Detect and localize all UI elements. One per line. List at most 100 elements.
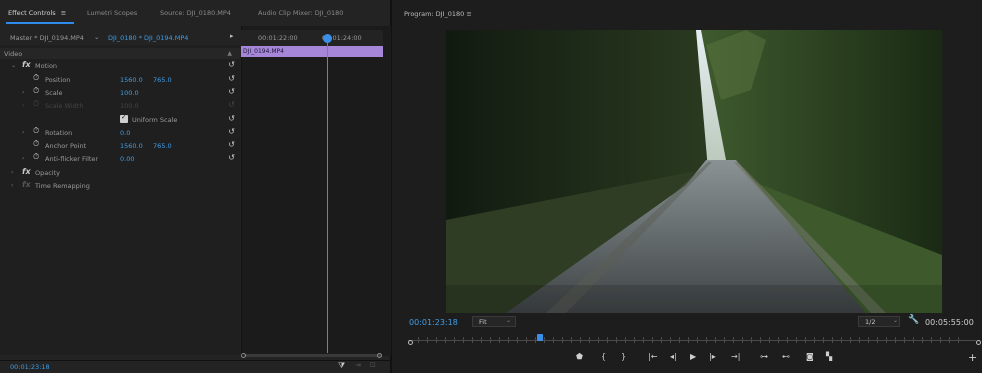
reset-icon[interactable]: ↺ <box>228 87 235 96</box>
panel-tab-bar: Effect Controls ≡ Lumetri Scopes Source:… <box>0 0 390 26</box>
uniform-scale-row: ✓ Uniform Scale ↺ <box>0 113 240 125</box>
anchor-x-value[interactable]: 1560.0 <box>120 142 143 150</box>
filter-icon[interactable]: ⧩ <box>338 361 345 371</box>
marker-icon[interactable]: ⊡ <box>370 361 376 369</box>
panel-menu-icon[interactable]: ≡ <box>466 10 471 18</box>
ruler-ticks <box>418 337 966 343</box>
expand-chevron-icon[interactable]: ⌄ <box>11 62 16 69</box>
program-current-timecode[interactable]: 00:01:23:18 <box>409 318 458 327</box>
time-remapping-row[interactable]: › fx Time Remapping <box>0 180 240 191</box>
play-only-clip-icon[interactable]: ▸ <box>230 32 234 40</box>
stopwatch-icon[interactable]: ⏱ <box>33 73 39 83</box>
forest-road-frame <box>446 30 942 313</box>
sequence-clip-label[interactable]: DJI_0180 * DJI_0194.MP4 <box>108 34 188 42</box>
anchor-y-value[interactable]: 765.0 <box>153 142 172 150</box>
video-section-label: Video <box>4 50 23 58</box>
chevron-down-icon[interactable]: ⌄ <box>94 33 99 41</box>
zoom-handle-left[interactable] <box>408 340 413 345</box>
anti-flicker-label: Anti-flicker Filter <box>45 155 99 163</box>
motion-label: Motion <box>35 62 58 70</box>
step-forward-icon[interactable]: |▸ <box>709 352 716 361</box>
tab-source[interactable]: Source: DJI_0180.MP4 <box>160 9 231 17</box>
playback-resolution-value: 1/2 <box>865 318 876 326</box>
scale-value[interactable]: 100.0 <box>120 89 139 97</box>
anchor-point-row: ⏱ Anchor Point 1560.0 765.0 ↺ <box>0 139 240 151</box>
button-editor-plus-icon[interactable]: + <box>968 351 977 364</box>
reset-icon[interactable]: ↺ <box>228 114 235 123</box>
opacity-effect-row[interactable]: › fx Opacity <box>0 167 240 178</box>
fx-badge-icon: fx <box>22 180 31 189</box>
export-frame-icon[interactable]: ◙ <box>806 352 814 361</box>
uniform-scale-checkbox[interactable]: ✓ <box>120 113 128 123</box>
go-to-out-icon[interactable]: →| <box>731 352 740 361</box>
master-clip-label[interactable]: Master * DJI_0194.MP4 <box>10 34 84 42</box>
program-video-frame[interactable] <box>446 30 942 313</box>
program-playhead[interactable] <box>537 334 543 341</box>
scale-width-row: › ⏱ Scale Width 100.0 ↺ <box>0 99 240 111</box>
scale-width-value: 100.0 <box>120 102 139 110</box>
position-label: Position <box>45 76 71 84</box>
fx-badge-icon[interactable]: fx <box>22 60 31 69</box>
chevron-down-icon: ⌄ <box>506 317 512 324</box>
reset-icon[interactable]: ↺ <box>228 140 235 149</box>
position-y-value[interactable]: 765.0 <box>153 76 172 84</box>
expand-chevron-icon[interactable]: › <box>22 129 24 136</box>
ec-current-timecode[interactable]: 00:01:23:18 <box>10 363 50 371</box>
anti-flicker-row: › ⏱ Anti-flicker Filter 0.00 ↺ <box>0 152 240 164</box>
zoom-handle-right[interactable] <box>976 340 981 345</box>
tab-lumetri-scopes[interactable]: Lumetri Scopes <box>87 9 137 17</box>
panel-menu-icon[interactable]: ≡ <box>61 9 66 17</box>
reset-icon[interactable]: ↺ <box>228 153 235 162</box>
collapse-up-icon[interactable]: ▲ <box>227 50 232 57</box>
chevron-down-icon: ⌄ <box>893 317 899 324</box>
expand-chevron-icon: › <box>22 102 25 109</box>
ec-zoom-scrollbar[interactable] <box>244 354 382 357</box>
ec-clip-label: DJI_0194.MP4 <box>243 48 284 55</box>
stopwatch-icon[interactable]: ⏱ <box>33 126 39 136</box>
time-remapping-label: Time Remapping <box>35 182 90 190</box>
comparison-view-icon[interactable]: ▚ <box>826 352 832 361</box>
expand-chevron-icon[interactable]: › <box>11 169 13 176</box>
play-icon[interactable]: ▶ <box>690 352 696 361</box>
extract-icon[interactable]: ⊷ <box>782 352 790 361</box>
program-title-label: Program: DJI_0180 <box>404 10 465 18</box>
zoom-level-value: Fit <box>479 318 487 326</box>
ec-playhead-handle[interactable] <box>323 34 332 43</box>
program-monitor-title[interactable]: Program: DJI_0180 ≡ <box>404 10 472 18</box>
fx-badge-icon[interactable]: fx <box>22 167 31 176</box>
go-to-in-icon[interactable]: |← <box>648 352 657 361</box>
stopwatch-icon[interactable]: ⏱ <box>33 139 39 149</box>
reset-icon[interactable]: ↺ <box>228 127 235 136</box>
add-marker-icon[interactable]: ⬟ <box>576 352 583 361</box>
ec-timeline-area[interactable] <box>241 26 391 356</box>
ec-playhead-line[interactable] <box>327 38 328 353</box>
export-frame-icon[interactable]: ⇥ <box>355 361 361 369</box>
sequence-duration: 00:05:55:00 <box>925 318 974 327</box>
step-back-icon[interactable]: ◂| <box>670 352 677 361</box>
active-tab-indicator <box>6 22 74 24</box>
motion-effect-row[interactable]: ⌄ fx Motion ↺ <box>0 60 240 71</box>
position-x-value[interactable]: 1560.0 <box>120 76 143 84</box>
rotation-row: › ⏱ Rotation 0.0 ↺ <box>0 126 240 138</box>
scale-row: › ⏱ Scale 100.0 ↺ <box>0 86 240 98</box>
effect-properties-list: Video ▲ ⌄ fx Motion ↺ ⏱ Position 1560.0 … <box>0 45 240 355</box>
stopwatch-icon[interactable]: ⏱ <box>33 86 39 96</box>
stopwatch-icon[interactable]: ⏱ <box>33 152 39 162</box>
rotation-value[interactable]: 0.0 <box>120 129 130 137</box>
anchor-point-label: Anchor Point <box>45 142 87 150</box>
expand-chevron-icon[interactable]: › <box>22 155 24 162</box>
tab-effect-controls[interactable]: Effect Controls ≡ <box>8 9 66 17</box>
lift-icon[interactable]: ⊶ <box>760 352 768 361</box>
expand-chevron-icon[interactable]: › <box>22 89 24 96</box>
ec-zoom-handle-left[interactable] <box>241 353 246 358</box>
mark-out-icon[interactable]: } <box>621 352 626 361</box>
wrench-icon[interactable]: 🔧 <box>908 315 919 325</box>
anti-flicker-value[interactable]: 0.00 <box>120 155 134 163</box>
reset-icon[interactable]: ↺ <box>228 74 235 83</box>
tab-audio-clip-mixer[interactable]: Audio Clip Mixer: DJI_0180 <box>258 9 343 17</box>
mark-in-icon[interactable]: { <box>601 352 606 361</box>
expand-chevron-icon[interactable]: › <box>11 182 13 189</box>
ec-zoom-handle-right[interactable] <box>377 353 382 358</box>
reset-icon[interactable]: ↺ <box>228 60 235 69</box>
uniform-scale-label: Uniform Scale <box>132 116 178 124</box>
